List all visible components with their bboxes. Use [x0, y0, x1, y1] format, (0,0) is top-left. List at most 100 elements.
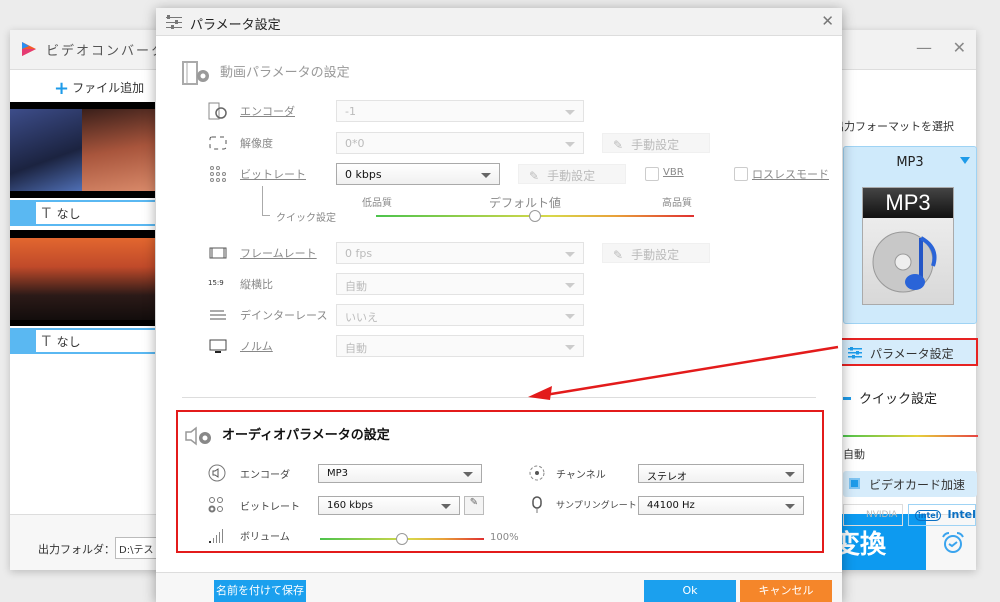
- resolution-frame-icon: [209, 136, 227, 150]
- vbr-checkbox[interactable]: [645, 167, 659, 181]
- parameter-settings-button[interactable]: パラメータ設定: [838, 338, 978, 366]
- pencil-icon: ✎: [529, 169, 540, 183]
- deinterlace-label: デインターレース: [240, 309, 328, 322]
- quick-settings-label: クイック設定: [276, 213, 336, 224]
- aspect-select[interactable]: 自動: [336, 273, 584, 295]
- video-bitrate-label[interactable]: ビットレート: [240, 166, 306, 182]
- volume-label: ボリューム: [240, 532, 290, 543]
- lossless-checkbox[interactable]: [734, 167, 748, 181]
- bitrate-dots-icon: [210, 166, 226, 182]
- sliders-icon: [848, 347, 862, 359]
- speaker-icon: [208, 464, 226, 482]
- lossless-label[interactable]: ロスレスモード: [752, 166, 829, 182]
- pencil-icon: ✎: [469, 497, 479, 508]
- audio-settings-box: オーディオパラメータの設定 エンコーダ MP3 チャンネル ステレオ ビットレー…: [176, 410, 824, 553]
- audio-bitrate-edit-button[interactable]: ✎: [464, 496, 484, 515]
- channel-label: チャンネル: [556, 470, 606, 481]
- format-card[interactable]: MP3 MP3: [843, 146, 977, 324]
- video-thumbnail[interactable]: [10, 102, 155, 198]
- volume-slider-knob[interactable]: [396, 533, 408, 545]
- gpu-acceleration-button[interactable]: ビデオカード加速: [843, 471, 977, 497]
- intel-label: Intel: [947, 508, 976, 521]
- quick-tree-branch: [262, 215, 270, 216]
- dialog-close-button[interactable]: ✕: [821, 12, 834, 30]
- film-frame-icon: [209, 247, 227, 259]
- video-encoder-select[interactable]: -1: [336, 100, 584, 122]
- alarm-clock-icon[interactable]: [940, 530, 966, 556]
- channel-select[interactable]: ステレオ: [638, 464, 804, 483]
- audio-section-title: オーディオパラメータの設定: [222, 428, 390, 443]
- convert-label: 変換: [838, 530, 887, 560]
- dialog-title: パラメータ設定: [190, 18, 281, 33]
- sample-rate-label: サンプリングレート: [556, 501, 637, 511]
- video-thumbnail[interactable]: [10, 230, 155, 326]
- bitrate-manual-button[interactable]: ✎ 手動設定: [518, 164, 626, 184]
- text-icon: T: [42, 206, 51, 222]
- sample-rate-select[interactable]: 44100 Hz: [638, 496, 804, 515]
- nvidia-button[interactable]: NVIDIA: [843, 504, 903, 526]
- pencil-icon: ✎: [613, 248, 624, 262]
- norm-select[interactable]: 自動: [336, 335, 584, 357]
- cancel-button[interactable]: キャンセル: [740, 580, 832, 602]
- monitor-icon: [209, 339, 227, 353]
- subtitle-value: なし: [56, 207, 81, 221]
- close-button[interactable]: ✕: [953, 38, 966, 57]
- manual-label: 手動設定: [631, 138, 680, 152]
- framerate-select[interactable]: 0 fps: [336, 242, 584, 264]
- audio-encoder-select[interactable]: MP3: [318, 464, 482, 483]
- sliders-icon: [166, 15, 182, 29]
- manual-label: 手動設定: [631, 248, 680, 262]
- app-title: ビデオコンバータ: [46, 44, 167, 59]
- deinterlace-select[interactable]: いいえ: [336, 304, 584, 326]
- framerate-manual-button[interactable]: ✎ 手動設定: [602, 243, 710, 263]
- video-encoder-label[interactable]: エンコーダ: [240, 103, 295, 119]
- format-select-label: 出力フォーマットを選択: [833, 120, 954, 133]
- manual-label: 手動設定: [547, 169, 596, 183]
- microphone-icon: [532, 496, 542, 513]
- nvidia-label: NVIDIA: [866, 510, 898, 520]
- subtitle-select[interactable]: T なし: [36, 202, 155, 224]
- dialog-footer: 名前を付けて保存 Ok キャンセル: [156, 572, 842, 602]
- ok-button[interactable]: Ok: [644, 580, 736, 602]
- subtitle-row: T なし: [10, 200, 155, 226]
- default-label: デフォルト値: [489, 196, 562, 210]
- norm-label[interactable]: ノルム: [240, 338, 273, 354]
- subtitle-select[interactable]: T なし: [36, 330, 155, 352]
- text-icon: T: [42, 334, 51, 350]
- resolution-manual-button[interactable]: ✎ 手動設定: [602, 133, 710, 153]
- volume-value: 100%: [490, 532, 519, 543]
- chip-icon: [849, 478, 860, 489]
- add-file-label: ファイル追加: [72, 81, 145, 95]
- quality-slider-knob[interactable]: [529, 210, 541, 222]
- subtitle-value: なし: [56, 335, 81, 349]
- quick-tree-line: [262, 186, 263, 216]
- audio-section-heading: オーディオパラメータの設定: [184, 424, 390, 447]
- framerate-label[interactable]: フレームレート: [240, 245, 317, 261]
- mp3-icon-label: MP3: [863, 188, 953, 218]
- dropdown-caret-icon[interactable]: [960, 157, 970, 164]
- subtitle-row: T なし: [10, 328, 155, 354]
- intel-logo-icon: intel: [915, 510, 942, 521]
- bitrate-dots-icon: [208, 497, 223, 513]
- audio-bitrate-select[interactable]: 160 kbps: [318, 496, 460, 515]
- add-file-button[interactable]: + ファイル追加: [54, 78, 144, 99]
- mp3-file-icon: MP3: [862, 187, 954, 305]
- aspect-ratio-icon: 15:9: [208, 279, 224, 287]
- quick-settings-slider[interactable]: [843, 435, 978, 437]
- intel-button[interactable]: intel Intel: [908, 504, 976, 526]
- encoder-gear-icon: [208, 102, 227, 120]
- resolution-select[interactable]: 0*0: [336, 132, 584, 154]
- app-logo-icon: [22, 42, 36, 56]
- volume-bars-icon: [209, 529, 223, 543]
- minimize-button[interactable]: —: [916, 38, 932, 57]
- section-divider: [182, 397, 816, 398]
- quick-settings-marker: [843, 397, 851, 400]
- video-bitrate-select[interactable]: 0 kbps: [336, 163, 500, 185]
- vbr-label[interactable]: VBR: [663, 167, 684, 178]
- save-as-button[interactable]: 名前を付けて保存: [214, 580, 306, 602]
- aspect-label: 縦横比: [240, 278, 273, 291]
- thumbnail-frame: [10, 238, 155, 320]
- pencil-icon: ✎: [613, 138, 624, 152]
- quality-slider[interactable]: [376, 210, 694, 222]
- volume-slider[interactable]: [320, 533, 484, 545]
